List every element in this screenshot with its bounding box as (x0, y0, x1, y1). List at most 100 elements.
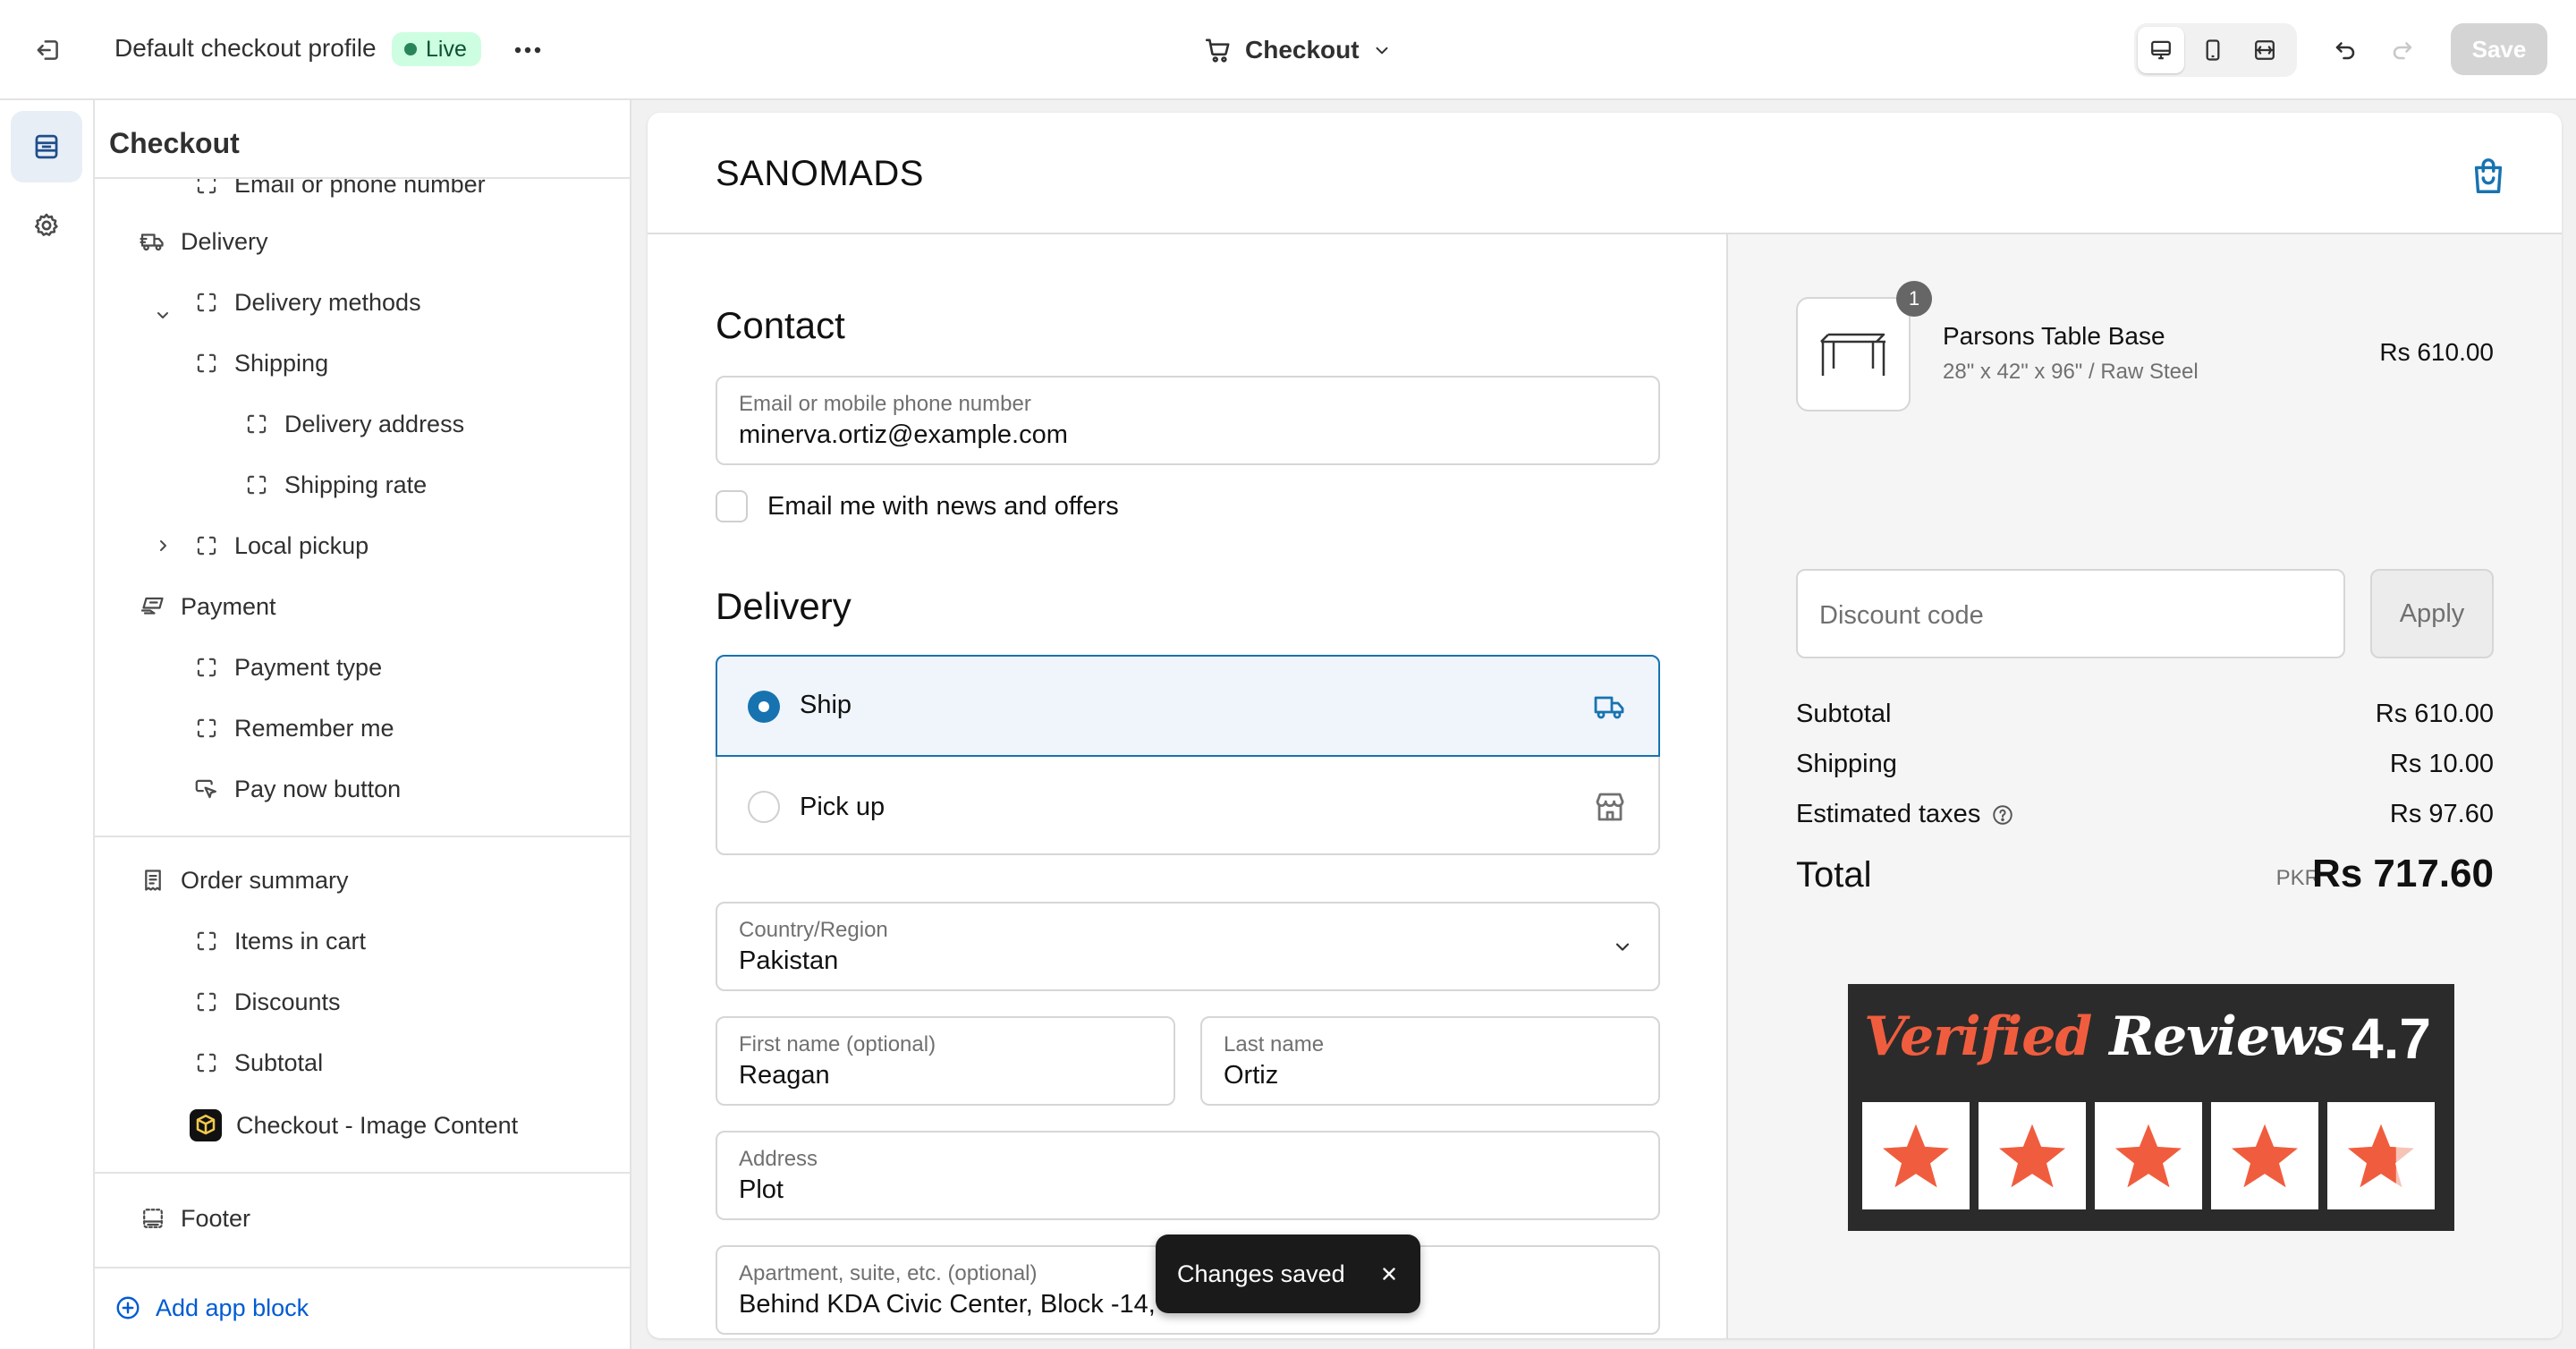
sidebar-item-payment-type[interactable]: Payment type (193, 642, 382, 692)
sidebar-item-label: Payment (181, 592, 276, 620)
settings-nav-button[interactable] (11, 190, 82, 261)
address-value: Plot (739, 1175, 784, 1204)
sidebar-item-subtotal[interactable]: Subtotal (193, 1038, 323, 1088)
exit-icon[interactable] (30, 32, 66, 68)
full-width-view-button[interactable] (2241, 27, 2288, 73)
more-actions-icon[interactable] (510, 34, 546, 66)
add-app-block-button[interactable]: Add app block (114, 1283, 309, 1333)
desktop-view-button[interactable] (2138, 27, 2184, 73)
sidebar-item-delivery-address[interactable]: Delivery address (243, 399, 464, 449)
sections-icon (31, 132, 62, 162)
chevron-down-icon[interactable] (150, 302, 175, 327)
email-field-label: Email or mobile phone number (739, 392, 1031, 416)
chevron-down-icon (1612, 936, 1633, 957)
sidebar-item-label: Payment type (234, 653, 383, 681)
newsletter-checkbox[interactable] (716, 490, 748, 522)
truck-icon (140, 228, 166, 255)
first-name-label: First name (optional) (739, 1032, 936, 1056)
pickup-radio[interactable] (748, 791, 780, 823)
cart-icon (1204, 36, 1233, 64)
star-icon (2211, 1102, 2318, 1209)
discount-code-placeholder: Discount code (1819, 601, 1984, 630)
first-name-field[interactable]: First name (optional) Reagan (716, 1016, 1175, 1106)
discount-code-input[interactable]: Discount code (1796, 569, 2345, 658)
expand-horizontal-icon (2252, 38, 2277, 63)
block-icon (193, 179, 220, 198)
address-label: Address (739, 1147, 818, 1171)
reviews-wordmark: Verified Reviews (1864, 1005, 2345, 1068)
app-icon (190, 1109, 222, 1141)
undo-icon[interactable] (2326, 32, 2365, 68)
redo-icon[interactable] (2383, 32, 2422, 68)
country-select[interactable]: Country/Region Pakistan (716, 902, 1660, 991)
email-field[interactable]: Email or mobile phone number minerva.ort… (716, 376, 1660, 465)
sidebar-tree[interactable]: Email or phone number Delivery Delivery … (95, 179, 630, 1349)
page-selector-label: Checkout (1245, 36, 1360, 64)
ship-option[interactable]: Ship (716, 655, 1660, 757)
truck-icon (1592, 689, 1628, 725)
block-icon (243, 411, 270, 437)
sidebar-item-order-summary[interactable]: Order summary (140, 855, 349, 905)
sidebar-item-label: Subtotal (234, 1048, 324, 1076)
sidebar-item-shipping-rate[interactable]: Shipping rate (243, 460, 427, 510)
product-price: Rs 610.00 (2379, 338, 2494, 366)
pickup-option-label: Pick up (800, 793, 886, 821)
sidebar: Checkout Email or phone number Delivery … (95, 100, 631, 1349)
store-brand[interactable]: SANOMADS (716, 154, 924, 194)
save-button[interactable]: Save (2451, 23, 2547, 75)
sidebar-item-footer[interactable]: Footer (140, 1193, 250, 1243)
sidebar-item-delivery[interactable]: Delivery (140, 216, 268, 267)
subtotal-row: Subtotal Rs 610.00 (1796, 700, 2494, 735)
apply-discount-button[interactable]: Apply (2370, 569, 2494, 658)
last-name-field[interactable]: Last name Ortiz (1200, 1016, 1660, 1106)
page-selector[interactable]: Checkout (1204, 30, 1392, 70)
sidebar-item-payment[interactable]: Payment (140, 581, 276, 632)
sidebar-item-label: Discounts (234, 988, 341, 1015)
delivery-heading: Delivery (716, 585, 852, 627)
star-icon (2095, 1102, 2202, 1209)
sidebar-item-shipping[interactable]: Shipping (193, 338, 328, 388)
block-icon (193, 988, 220, 1015)
sidebar-item-email-or-phone[interactable]: Email or phone number (193, 179, 486, 209)
mobile-view-button[interactable] (2190, 27, 2236, 73)
shipping-row: Shipping Rs 10.00 (1796, 750, 2494, 785)
sidebar-item-label: Delivery address (284, 410, 465, 437)
star-icon (1979, 1102, 2086, 1209)
delivery-method-group: Ship Pick up (716, 655, 1660, 855)
cursor-click-icon (193, 776, 220, 802)
sidebar-item-items-in-cart[interactable]: Items in cart (193, 916, 366, 966)
block-icon (193, 350, 220, 377)
close-icon[interactable] (1377, 1262, 1401, 1285)
subtotal-value: Rs 610.00 (2375, 700, 2494, 728)
star-icon (1862, 1102, 1970, 1209)
star-rating (1862, 1102, 2435, 1209)
sidebar-item-label: Items in cart (234, 927, 367, 954)
help-circle-icon[interactable] (1991, 803, 2014, 827)
pickup-option[interactable]: Pick up (717, 757, 1658, 855)
sidebar-item-discounts[interactable]: Discounts (193, 977, 341, 1027)
block-icon (193, 1049, 220, 1076)
product-variant: 28" x 42" x 96" / Raw Steel (1943, 360, 2199, 384)
sidebar-item-delivery-methods[interactable]: Delivery methods (193, 277, 421, 327)
address-field[interactable]: Address Plot (716, 1131, 1660, 1220)
toast-notification: Changes saved (1156, 1234, 1420, 1313)
reviews-word-verified: Verified (1864, 1005, 2092, 1068)
sidebar-item-label: Order summary (181, 866, 349, 894)
block-icon (193, 928, 220, 954)
sidebar-item-label: Footer (181, 1204, 251, 1232)
sidebar-item-image-content-app[interactable]: Checkout - Image Content (190, 1100, 518, 1150)
sidebar-item-pay-now-button[interactable]: Pay now button (193, 764, 401, 814)
quantity-badge: 1 (1896, 281, 1932, 317)
shopping-bag-icon[interactable] (2469, 156, 2508, 197)
sidebar-item-local-pickup[interactable]: Local pickup (193, 521, 369, 571)
taxes-label: Estimated taxes (1796, 800, 1981, 828)
mobile-icon (2200, 38, 2225, 63)
sidebar-item-remember-me[interactable]: Remember me (193, 703, 394, 753)
sidebar-item-label: Remember me (234, 714, 394, 742)
ship-radio[interactable] (748, 691, 780, 723)
contact-heading: Contact (716, 304, 845, 346)
plus-circle-icon (114, 1294, 141, 1321)
sections-nav-button[interactable] (11, 111, 82, 182)
total-value: Rs 717.60 (2311, 852, 2494, 895)
chevron-right-icon[interactable] (150, 533, 175, 558)
